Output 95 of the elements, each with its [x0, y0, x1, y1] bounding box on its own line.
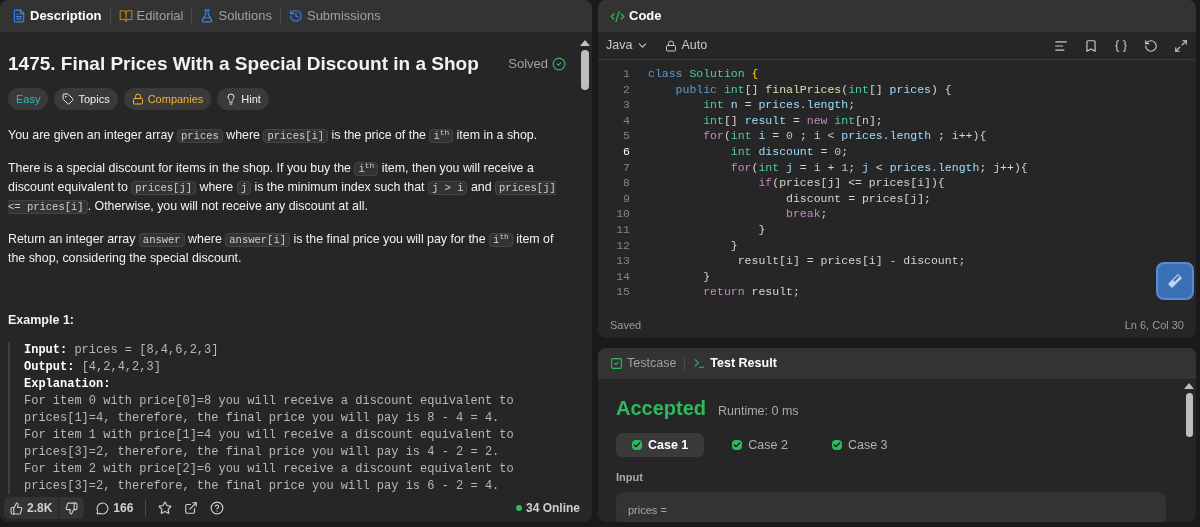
language-select[interactable]: Java — [606, 36, 650, 55]
panel-tab[interactable]: Editorial — [110, 6, 192, 26]
code-icon — [610, 8, 625, 24]
explanation-line: For item 0 with price[0]=8 you will receive a discount equivalent to — [24, 392, 515, 410]
verdict: Accepted — [616, 396, 707, 421]
example-heading: Example 1: — [8, 312, 75, 329]
code-line: int[] result = new int[n]; — [702, 112, 883, 129]
example-input-text: Input: prices = [8,4,6,2,3] — [24, 341, 220, 359]
line-number: 2 — [622, 81, 630, 98]
thumbs-up-icon — [10, 501, 23, 515]
line-number: 12 — [615, 237, 630, 254]
line-number: 10 — [615, 206, 630, 222]
floating-app-icon[interactable] — [1156, 262, 1194, 300]
format-icon[interactable] — [1054, 38, 1068, 53]
help-icon[interactable] — [210, 501, 225, 515]
scrollbar-thumb[interactable] — [1185, 393, 1193, 437]
explanation-line: prices[1]=4, therefore, the final price you will pay is 8 - 4 = 4. — [24, 409, 501, 427]
code-line: class Solution { — [648, 66, 759, 82]
reset-icon[interactable] — [1144, 38, 1158, 53]
topics-icon — [62, 93, 75, 105]
code-line: int discount = 0; — [729, 143, 849, 160]
line-number: 14 — [615, 268, 630, 285]
problem-title: 1475. Final Prices With a Special Discount in a Shop — [8, 52, 479, 76]
tag-chip[interactable]: Topics — [54, 88, 118, 110]
line-number: 8 — [622, 175, 630, 191]
panel-tab[interactable]: Description — [4, 6, 110, 26]
runtime: Runtime: 0 ms — [718, 403, 799, 420]
case-tab[interactable]: Case 3 — [815, 433, 904, 457]
save-status: Saved — [610, 317, 642, 333]
tab-icon — [288, 9, 303, 23]
panel-tab[interactable]: Solutions — [192, 6, 280, 26]
panel-tab[interactable]: Testcase — [610, 354, 677, 373]
comments-button[interactable]: 166 — [96, 499, 134, 517]
lock-icon — [665, 39, 678, 52]
explanation-line: For item 2 with price[2]=6 you will receive a discount equivalent to — [24, 460, 515, 478]
online-count: 34 Online — [525, 500, 580, 517]
code-line: break; — [785, 206, 828, 222]
result-icon — [693, 357, 707, 370]
line-number: 7 — [622, 159, 630, 176]
auto-toggle[interactable]: Auto — [665, 36, 708, 55]
tab-icon — [118, 9, 133, 23]
code-line: } — [729, 237, 738, 254]
code-line: int n = prices.length; — [702, 97, 856, 113]
share-icon[interactable] — [184, 501, 199, 515]
explanation-line: For item 1 with price[1]=4 you will receive a discount equivalent to — [24, 426, 515, 444]
input-value-field: prices = — [616, 491, 1166, 522]
hint-icon — [225, 93, 238, 105]
line-number: 1 — [622, 66, 630, 82]
star-icon[interactable] — [158, 501, 173, 515]
tab-icon — [12, 9, 26, 23]
input-label: Input — [616, 470, 644, 485]
example-output-text: Output: [4,2,4,2,3] — [24, 358, 162, 376]
code-line: public int[] finalPrices(int[] prices) { — [674, 81, 952, 98]
line-number: 15 — [615, 284, 630, 300]
description-paragraph: There is a special discount for items in the shop. If you buy the i$^{th}$ item, then you will receive a discount equivalent to prices[j] where j is the minimum index such that j > i and prices[j] <= prices[i] . Otherwise, you will not receive any discount at all. — [8, 160, 557, 216]
tab-icon — [200, 9, 215, 23]
line-number: 4 — [622, 112, 630, 129]
description-paragraph: Return an integer array answer where answer[i] is the final price you will pay for the i$^{th}$ item of the shop, considering the special discount. — [8, 231, 555, 267]
companies-icon — [131, 93, 144, 105]
braces-icon[interactable] — [1114, 38, 1128, 53]
code-line: for(int j = i + 1; j < prices.length; j++){ — [729, 159, 1028, 176]
panel-tab[interactable]: Test Result — [693, 354, 777, 373]
explanation-label: Explanation: — [24, 375, 112, 393]
panel-title: Code — [629, 7, 662, 26]
code-line: result[i] = prices[i] - discount; — [736, 253, 966, 269]
thumbs-down-icon — [65, 501, 79, 515]
case-tab[interactable]: Case 2 — [716, 433, 804, 457]
line-number: 5 — [622, 128, 630, 144]
code-line: if(prices[j] <= prices[i]){ — [757, 175, 945, 191]
expand-icon[interactable] — [1174, 38, 1188, 53]
case-tab[interactable]: Case 1 — [616, 433, 705, 457]
tag-chip[interactable]: Companies — [123, 88, 212, 110]
scrollbar-thumb[interactable] — [581, 50, 589, 90]
line-number: 11 — [615, 221, 630, 238]
explanation-line: prices[3]=2, therefore, the final price you will pay is 4 - 2 = 2. — [24, 443, 501, 461]
cursor-position: Ln 6, Col 30 — [1124, 317, 1184, 333]
bookmark-icon[interactable] — [1084, 38, 1098, 53]
line-number: 9 — [622, 190, 630, 207]
tag-chip[interactable]: Hint — [217, 88, 269, 110]
code-line: for(int i = 0 ; i < prices.length ; i++){ — [702, 128, 987, 144]
code-line: return result; — [702, 284, 800, 300]
panel-tab[interactable]: Submissions — [280, 6, 389, 26]
tag-chip[interactable]: Easy — [8, 88, 49, 110]
explanation-line: prices[3]=2, therefore, the final price you will pay is 6 - 2 = 4. — [24, 477, 501, 494]
code-line: } — [702, 268, 711, 285]
comment-icon — [96, 501, 110, 515]
solved-status: Solved — [508, 55, 548, 74]
check-icon — [552, 57, 566, 71]
line-number: 3 — [622, 97, 630, 113]
line-number: 13 — [615, 253, 630, 269]
line-number: 6 — [622, 143, 630, 160]
code-line: } — [757, 221, 766, 238]
description-paragraph: You are given an integer array prices where prices[i] is the price of the i$^{th}$ item in a shop. — [8, 127, 539, 145]
code-line: discount = prices[j]; — [785, 190, 931, 207]
testcase-icon — [610, 357, 623, 370]
